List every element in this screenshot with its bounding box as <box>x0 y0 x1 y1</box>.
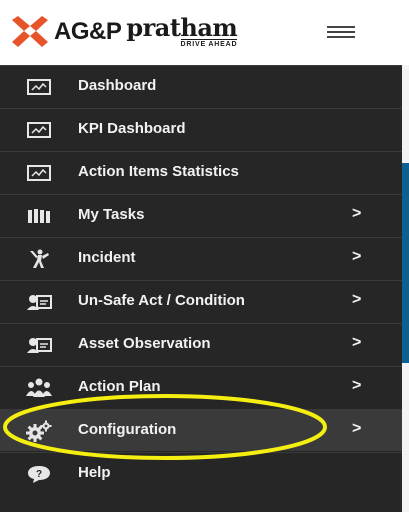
brand-tagline: DRIVE AHEAD <box>180 39 238 48</box>
content-area-edge <box>402 65 409 512</box>
company-logo[interactable]: AG&P pratham DRIVE AHEAD <box>10 13 238 50</box>
dashboard-icon <box>24 76 54 98</box>
sidebar-item-asset-observation[interactable]: Asset Observation > <box>0 323 402 365</box>
sidebar-item-action-plan[interactable]: Action Plan > <box>0 366 402 408</box>
sidebar-nav: Dashboard KPI Dashboard Action Items Sta… <box>0 65 402 512</box>
sidebar-item-my-tasks[interactable]: My Tasks > <box>0 194 402 236</box>
hamburger-menu-button[interactable] <box>327 26 355 40</box>
sidebar-item-label: Action Items Statistics <box>78 163 239 180</box>
product-name: pratham <box>126 13 238 42</box>
chevron-right-icon: > <box>352 334 362 351</box>
id-card-icon <box>24 334 54 356</box>
agp-logo-mark-icon <box>12 16 48 47</box>
incident-icon <box>24 248 54 270</box>
chevron-right-icon: > <box>352 291 362 308</box>
chevron-right-icon: > <box>352 205 362 222</box>
sidebar-item-label: Incident <box>78 249 136 266</box>
gears-icon <box>24 420 54 442</box>
svg-text:?: ? <box>36 469 42 480</box>
product-wordmark: pratham DRIVE AHEAD <box>126 13 238 49</box>
sidebar-item-label: Asset Observation <box>78 335 211 352</box>
sidebar-item-kpi-dashboard[interactable]: KPI Dashboard <box>0 108 402 150</box>
sidebar-item-label: KPI Dashboard <box>78 120 186 137</box>
brand-name: AG&P <box>54 18 122 45</box>
id-card-icon <box>24 291 54 313</box>
sidebar-item-dashboard[interactable]: Dashboard <box>0 65 402 107</box>
chevron-right-icon: > <box>352 377 362 394</box>
group-icon <box>24 377 54 399</box>
sidebar-item-label: Dashboard <box>78 77 157 94</box>
dashboard-icon <box>24 119 54 141</box>
sidebar-item-label: Help <box>78 464 111 481</box>
chevron-right-icon: > <box>352 248 362 265</box>
tasks-icon <box>24 205 54 227</box>
sidebar-item-label: Un-Safe Act / Condition <box>78 292 245 309</box>
hamburger-icon <box>327 26 355 28</box>
sidebar-item-label: My Tasks <box>78 206 145 223</box>
sidebar-item-configuration[interactable]: Configuration > <box>0 409 402 451</box>
dashboard-icon <box>24 162 54 184</box>
sidebar-item-label: Configuration <box>78 421 177 438</box>
chevron-right-icon: > <box>352 420 362 437</box>
app-header: AG&P pratham DRIVE AHEAD <box>0 0 409 65</box>
sidebar-item-unsafe-act-condition[interactable]: Un-Safe Act / Condition > <box>0 280 402 322</box>
content-blue-panel <box>402 163 409 363</box>
help-bubble-icon: ? <box>24 463 54 485</box>
sidebar-item-help[interactable]: ? Help <box>0 452 402 494</box>
sidebar-item-label: Action Plan <box>78 378 161 395</box>
sidebar-item-action-items-statistics[interactable]: Action Items Statistics <box>0 151 402 193</box>
sidebar-item-incident[interactable]: Incident > <box>0 237 402 279</box>
